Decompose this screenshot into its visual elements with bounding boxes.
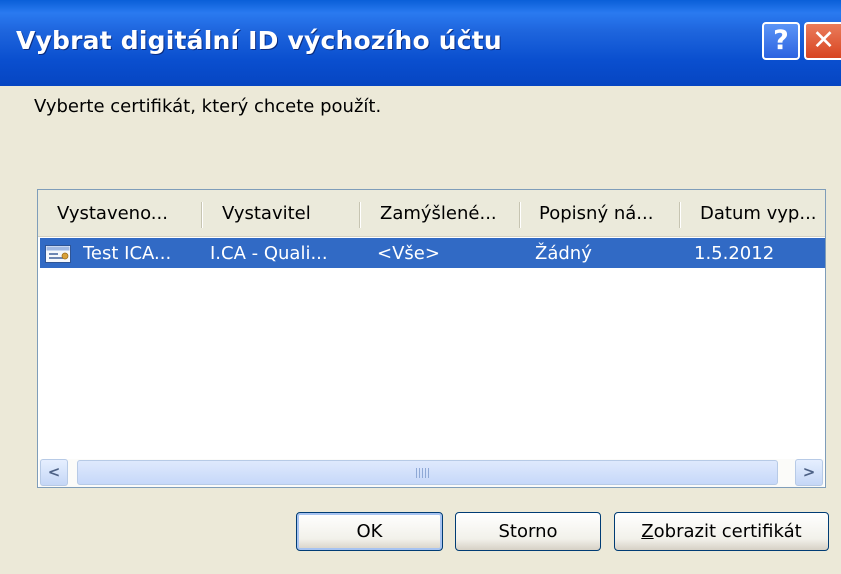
column-header-issued-to[interactable]: Vystaveno... [38, 190, 201, 236]
chevron-left-icon: < [47, 463, 61, 481]
cell-friendly-name: Žádný [535, 243, 592, 264]
help-button[interactable]: ? [762, 22, 800, 60]
cell-expiry: 1.5.2012 [694, 243, 775, 264]
title-bar: Vybrat digitální ID výchozího účtu ? ✕ [0, 0, 841, 86]
window-title: Vybrat digitální ID výchozího účtu [16, 26, 502, 55]
horizontal-scrollbar[interactable]: < > [39, 459, 824, 487]
grip-icon [416, 468, 430, 478]
close-icon: ✕ [812, 25, 835, 56]
instruction-text: Vyberte certifikát, který chcete použít. [34, 96, 382, 117]
ok-button[interactable]: OK [296, 512, 443, 551]
column-header-friendly-name[interactable]: Popisný ná... [520, 190, 680, 236]
chevron-right-icon: > [802, 463, 816, 481]
cancel-button[interactable]: Storno [455, 512, 601, 551]
view-certificate-mnemonic: Z [641, 521, 654, 542]
scrollbar-thumb[interactable] [77, 460, 778, 485]
certificate-icon [45, 245, 71, 263]
column-header-expiry[interactable]: Datum vyp... [681, 190, 825, 236]
column-header-issuer[interactable]: Vystavitel [203, 190, 366, 236]
scroll-left-button[interactable]: < [40, 459, 68, 486]
column-header-purpose[interactable]: Zamýšlené... [361, 190, 521, 236]
close-button[interactable]: ✕ [804, 22, 841, 60]
view-certificate-label: obrazit certifikát [653, 521, 802, 542]
cell-issuer: I.CA - Quali... [210, 243, 328, 264]
scroll-right-button[interactable]: > [795, 459, 823, 486]
cell-purpose: <Vše> [377, 243, 440, 264]
view-certificate-button[interactable]: Zobrazit certifikát [614, 512, 829, 551]
certificate-list[interactable]: Vystaveno... Vystavitel Zamýšlené... Pop… [37, 189, 826, 488]
list-header: Vystaveno... Vystavitel Zamýšlené... Pop… [38, 190, 825, 237]
help-icon: ? [773, 25, 789, 56]
cell-issued-to: Test ICA... [83, 243, 172, 264]
